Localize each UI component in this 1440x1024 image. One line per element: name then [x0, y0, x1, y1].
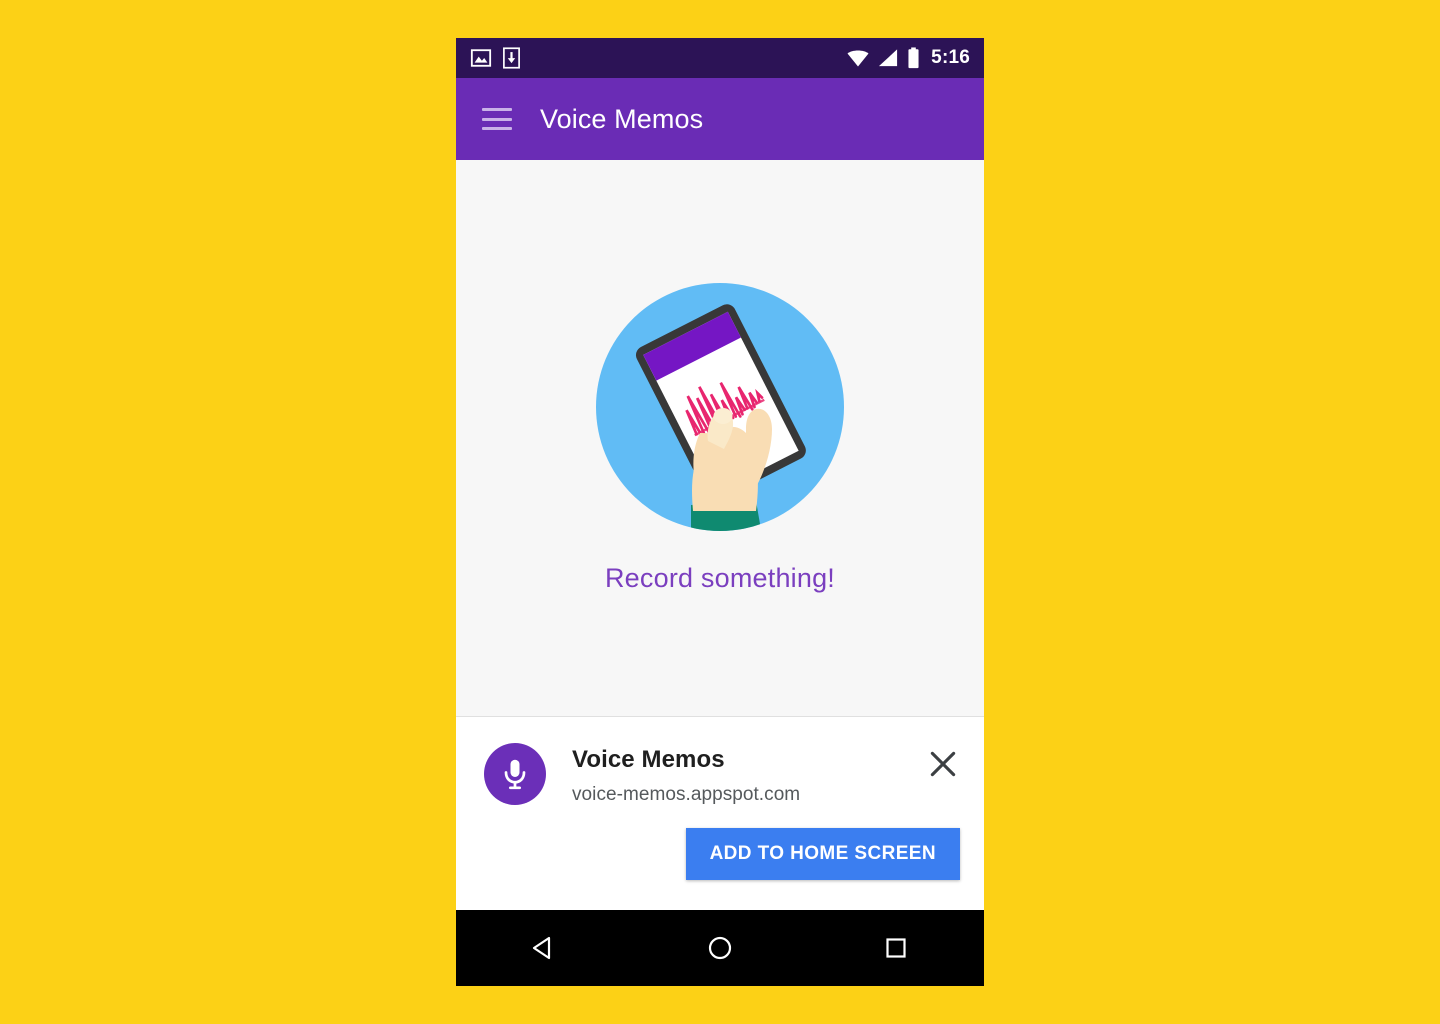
download-icon	[503, 47, 520, 69]
add-to-home-screen-button[interactable]: ADD TO HOME SCREEN	[685, 828, 960, 880]
hamburger-line	[482, 117, 512, 121]
install-banner-header: Voice Memos voice-memos.appspot.com	[484, 743, 960, 806]
android-navigation-bar	[456, 910, 984, 986]
hand-holding-phone-recording-illustration	[596, 282, 844, 531]
install-banner-text-group: Voice Memos voice-memos.appspot.com	[572, 743, 800, 806]
install-banner-url: voice-memos.appspot.com	[572, 784, 801, 805]
app-bar: Voice Memos	[456, 78, 984, 160]
image-icon	[470, 49, 492, 67]
hamburger-line	[482, 127, 512, 130]
battery-icon	[908, 47, 919, 69]
nav-back-button[interactable]	[502, 910, 586, 986]
install-banner-app-name: Voice Memos	[572, 746, 725, 773]
hamburger-line	[482, 108, 512, 111]
status-bar: 5:16	[456, 38, 984, 78]
wifi-icon	[847, 50, 869, 67]
main-content: Record something!	[456, 160, 984, 717]
status-bar-left-icons	[470, 47, 522, 69]
cellular-signal-icon	[879, 49, 898, 67]
app-bar-title: Voice Memos	[540, 103, 704, 134]
close-x-icon[interactable]	[926, 747, 960, 781]
install-banner: Voice Memos voice-memos.appspot.com ADD …	[456, 717, 984, 910]
status-bar-right-icons: 5:16	[846, 47, 970, 69]
back-triangle-icon	[532, 936, 551, 960]
status-bar-clock: 5:16	[931, 47, 970, 68]
nav-recents-button[interactable]	[854, 910, 938, 986]
install-banner-actions: ADD TO HOME SCREEN	[484, 828, 960, 880]
recents-square-icon	[886, 938, 906, 958]
home-circle-icon	[708, 936, 732, 960]
empty-state-message: Record something!	[604, 562, 835, 593]
phone-screen: 5:16 Voice Memos Record something! Voice…	[456, 38, 984, 986]
nav-home-button[interactable]	[678, 910, 762, 986]
hamburger-menu-icon[interactable]	[482, 108, 512, 130]
microphone-icon	[484, 743, 546, 805]
